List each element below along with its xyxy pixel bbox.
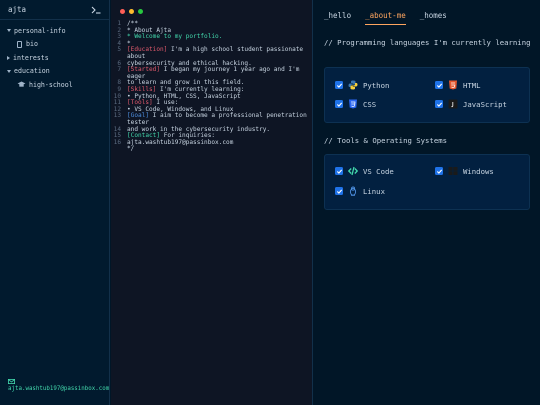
main-panel: _hello _about-me _homes // Programming l… (314, 0, 540, 405)
code-token: I aim to become a professional penetrati… (127, 112, 307, 126)
language-label: CSS (363, 99, 377, 109)
folder-personal-info[interactable]: personal-info (0, 24, 109, 38)
file-label: bio (26, 40, 38, 49)
file-tree: personal-info bio interests education hi… (0, 20, 109, 92)
checkbox-checked-icon[interactable] (435, 100, 443, 108)
code-line: 16 ajta.washtub197@passinbox.com (111, 138, 313, 147)
file-bio[interactable]: bio (0, 38, 109, 52)
tab-about-me[interactable]: _about-me (365, 11, 406, 25)
javascript-icon (448, 99, 458, 109)
file-icon (17, 40, 22, 48)
folder-education[interactable]: education (0, 65, 109, 79)
mail-icon (8, 379, 15, 384)
sidebar-header: ajta (0, 0, 109, 20)
tool-item-windows[interactable]: Windows (435, 166, 494, 176)
line-number: 13 (113, 112, 121, 120)
tab-homes[interactable]: _homes (420, 11, 447, 25)
code-token: */ (127, 145, 135, 153)
graduation-cap-icon (17, 81, 26, 87)
language-item-html[interactable]: HTML (435, 80, 481, 90)
line-number: 16 (113, 138, 121, 146)
folder-label: interests (13, 53, 49, 62)
tools-card: VS Code Windows Linux (324, 154, 530, 210)
folder-label: education (14, 67, 50, 76)
linux-icon (349, 186, 357, 196)
css-icon (349, 99, 357, 109)
checkbox-checked-icon[interactable] (335, 81, 343, 89)
maximize-dot-icon[interactable] (138, 9, 143, 14)
code-text: */ (127, 145, 313, 153)
chevron-right-icon (7, 55, 10, 60)
sidebar-footer: ajta.washtub197@passinbox.com (8, 379, 109, 392)
tool-label: VS Code (363, 166, 394, 176)
language-label: Python (363, 80, 390, 90)
python-icon (348, 80, 358, 90)
checkbox-checked-icon[interactable] (435, 81, 443, 89)
checkbox-checked-icon[interactable] (335, 100, 343, 108)
code-line: 3 * Welcome to my portfolio. (111, 33, 313, 41)
tab-bar: _hello _about-me _homes (324, 11, 461, 25)
code-area: 1/** 2 * About Ajta 3 * Welcome to my port… (111, 20, 313, 153)
chevron-down-icon (7, 29, 11, 33)
languages-heading: // Programming languages I'm currently l… (324, 38, 531, 47)
code-text: ajta.washtub197@passinbox.com (127, 138, 313, 147)
sidebar-title: ajta (8, 5, 27, 14)
language-item-css[interactable]: CSS (335, 99, 376, 109)
code-token: ajta.washtub197@passinbox.com (127, 138, 234, 146)
tab-hello[interactable]: _hello (324, 11, 351, 25)
language-item-javascript[interactable]: JavaScript (435, 99, 507, 109)
folder-label: personal-info (14, 26, 66, 35)
line-number (111, 146, 127, 153)
tool-label: Windows (463, 166, 494, 176)
language-item-python[interactable]: Python (335, 80, 389, 90)
code-text: * Welcome to my portfolio. (127, 33, 313, 41)
sidebar: ajta personal-info bio interests educati… (0, 0, 110, 405)
tool-item-linux[interactable]: Linux (335, 186, 385, 196)
vscode-icon (348, 166, 358, 176)
file-label: high-school (29, 80, 73, 89)
tools-heading: // Tools & Operating Systems (324, 136, 448, 145)
chevron-down-icon (7, 69, 11, 73)
minimize-dot-icon[interactable] (129, 9, 134, 14)
file-high-school[interactable]: high-school (0, 78, 109, 92)
checkbox-checked-icon[interactable] (335, 187, 343, 195)
email-link[interactable]: ajta.washtub197@passinbox.com (8, 386, 109, 392)
language-label: JavaScript (463, 99, 507, 109)
close-dot-icon[interactable] (120, 9, 125, 14)
terminal-icon[interactable] (91, 6, 101, 14)
windows-icon (448, 167, 458, 175)
language-label: HTML (463, 80, 481, 90)
languages-card: Python HTML CSS JavaScript (324, 67, 530, 123)
tool-label: Linux (363, 186, 385, 196)
code-editor: 1/** 2 * About Ajta 3 * Welcome to my port… (111, 0, 313, 405)
code-line: */ (111, 145, 313, 153)
folder-interests[interactable]: interests (0, 51, 109, 65)
checkbox-checked-icon[interactable] (335, 167, 343, 175)
checkbox-checked-icon[interactable] (435, 167, 443, 175)
tool-item-vscode[interactable]: VS Code (335, 166, 394, 176)
code-token: * Welcome to my portfolio. (127, 33, 223, 41)
html-icon (449, 80, 457, 90)
line-number: 5 (117, 46, 121, 54)
window-controls (120, 9, 143, 14)
